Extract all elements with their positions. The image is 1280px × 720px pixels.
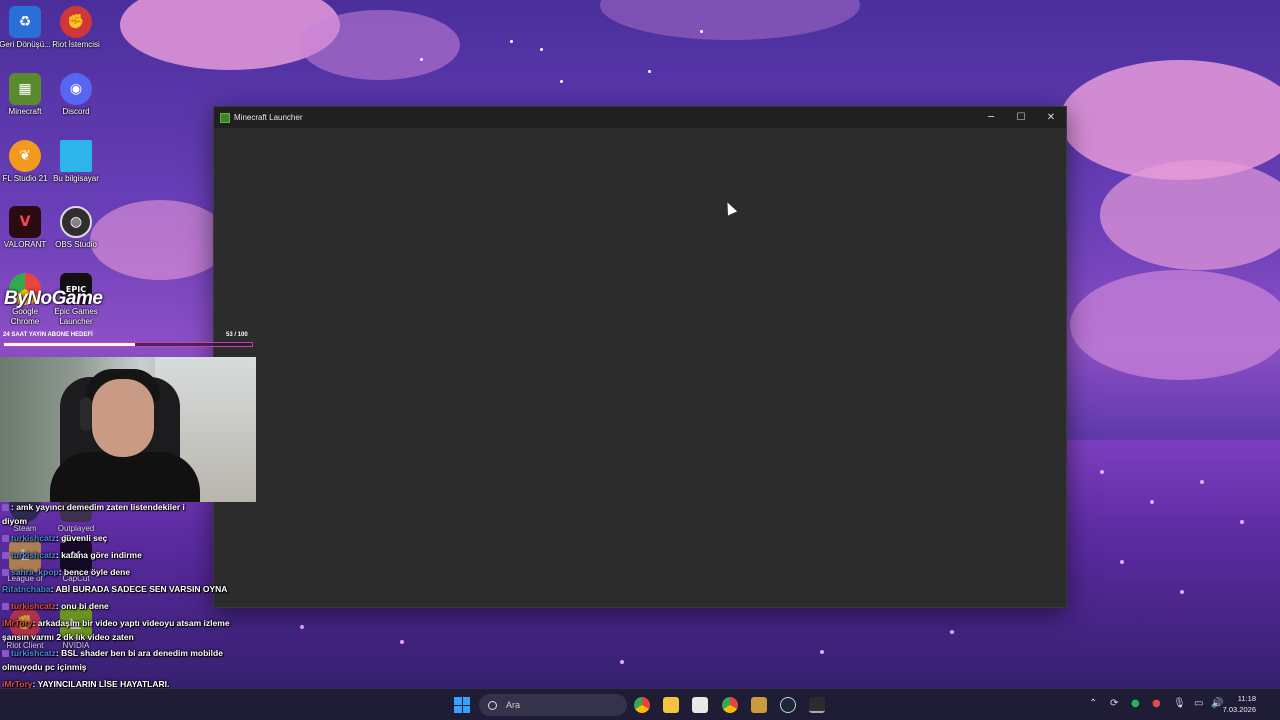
clock-date: 7.03.2026 (1222, 705, 1256, 714)
taskbar-league-icon[interactable] (751, 697, 767, 713)
chat-message: turkishcatz: kafana göre indirme (2, 548, 142, 562)
chat-message: diyom (2, 516, 28, 526)
tray-volume-icon[interactable]: 🔊 (1211, 698, 1223, 709)
chat-message: turkishcatz: BSL shader ben bi ara dened… (2, 646, 223, 660)
goal-progress-bar (3, 342, 253, 347)
window-title: Minecraft Launcher (234, 113, 303, 122)
taskbar-file-explorer-icon[interactable] (663, 697, 679, 713)
taskbar-clock[interactable]: 11:18 7.03.2026 (1223, 693, 1256, 715)
tray-chevron-up-icon[interactable]: ⌃ (1089, 698, 1097, 709)
webcam-feed (0, 357, 256, 502)
chat-message: : amk yayıncı demedim zaten listendekile… (2, 500, 185, 514)
tray-sync-icon[interactable]: ⟳ (1110, 698, 1118, 709)
desktop-icon-minecraft[interactable]: ▦ Minecraft (0, 73, 53, 117)
chat-message: Rifatnchaba: ABİ BURADA SADECE SEN VARSI… (2, 584, 228, 594)
desktop-icon-fl-studio[interactable]: ❦ FL Studio 21 (0, 140, 53, 184)
chat-message: turkishcatz: onu bi dene (2, 599, 109, 613)
taskbar-store-icon[interactable] (692, 697, 708, 713)
tray-display-icon[interactable]: ▭ (1194, 698, 1203, 709)
taskbar-search[interactable]: Ara (479, 694, 627, 716)
this-pc-icon (60, 140, 92, 172)
chat-message: turkishcatz: güvenli seç (2, 531, 107, 545)
search-placeholder: Ara (506, 700, 521, 710)
goal-progress-fill (4, 343, 136, 346)
chat-badge-icon (2, 504, 9, 512)
taskbar-steam-icon[interactable] (780, 697, 796, 713)
window-titlebar[interactable]: Minecraft Launcher ─ ☐ ✕ (214, 107, 1066, 128)
clock-time: 11:18 (1237, 694, 1256, 703)
taskbar-chrome-icon[interactable] (634, 697, 650, 713)
goal-count: 53 / 100 (226, 332, 248, 338)
stream-brand: ByNoGame (4, 288, 103, 309)
desktop-icon-discord[interactable]: ◉ Discord (48, 73, 104, 117)
obs-icon: ◍ (60, 206, 92, 238)
start-button[interactable] (454, 697, 470, 713)
minecraft-icon: ▦ (9, 73, 41, 105)
chat-message: olmuyodu pc içinmiş (2, 662, 87, 672)
window-controls: ─ ☐ ✕ (976, 107, 1066, 128)
goal-label: 24 SAAT YAYIN ABONE HEDEFİ (3, 332, 93, 338)
tray-record-icon[interactable]: ● (1152, 698, 1161, 709)
desktop-icon-this-pc[interactable]: Bu bilgisayar (48, 140, 104, 184)
discord-icon: ◉ (60, 73, 92, 105)
chat-badge-icon (2, 569, 9, 577)
riot-client-icon: ✊ (60, 6, 92, 38)
desktop-icon-valorant[interactable]: V VALORANT (0, 206, 53, 250)
chat-badge-icon (2, 552, 9, 560)
fl-studio-icon: ❦ (9, 140, 41, 172)
minimize-button[interactable]: ─ (976, 107, 1006, 128)
desktop-icon-riot-client[interactable]: ✊ Riot İstemcisi (48, 6, 104, 50)
tray-microphone-icon[interactable]: 🎙 (1173, 698, 1186, 709)
desktop-icon-recycle-bin[interactable]: ♻ Geri Dönüşü... (0, 6, 53, 50)
chat-message: iMrTory: arkadaşım bir video yaptı video… (2, 618, 230, 628)
taskbar-chrome-icon-2[interactable] (722, 697, 738, 713)
search-icon (488, 700, 497, 710)
tray-spotify-icon[interactable]: ● (1131, 698, 1140, 709)
desktop-icon-obs[interactable]: ◍ OBS Studio (48, 206, 104, 250)
chat-message: şansın varmı 2 dk lık video zaten (2, 632, 134, 642)
chat-badge-icon (2, 535, 9, 543)
window-content (214, 128, 1066, 608)
minecraft-launcher-window[interactable]: Minecraft Launcher ─ ☐ ✕ (213, 106, 1067, 608)
chat-badge-icon (2, 603, 9, 611)
close-button[interactable]: ✕ (1036, 107, 1066, 128)
recycle-bin-icon: ♻ (9, 6, 41, 38)
chat-message: sahra_kpop: bence öyle dene (2, 565, 130, 579)
taskbar: Ara ⌃ ⟳ ● ● 🎙 ▭ 🔊 11:18 7.03.2026 (0, 688, 1280, 720)
chat-badge-icon (2, 650, 9, 658)
windows-logo-icon (454, 697, 462, 705)
minecraft-icon (220, 112, 230, 123)
taskbar-minecraft-icon[interactable] (809, 697, 825, 713)
maximize-button[interactable]: ☐ (1006, 107, 1036, 128)
valorant-icon: V (9, 206, 41, 238)
